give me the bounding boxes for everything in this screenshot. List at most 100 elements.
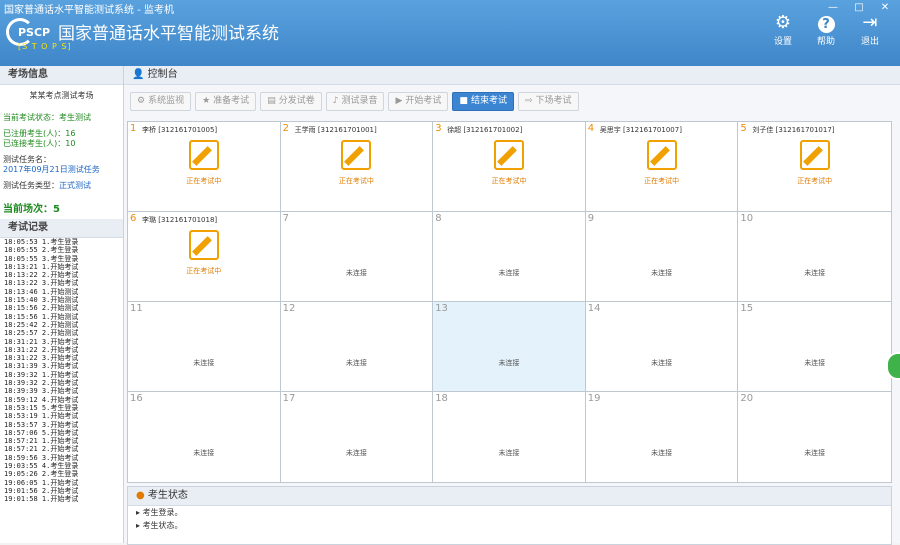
candidate-name: 吴思宇 [312161701007] [599,126,682,134]
seat-number: 17 [282,393,296,404]
pencil-icon [344,146,365,166]
log-entry: 18:53:15 5.考生登录 [4,403,79,412]
seat-cell[interactable]: 6 李璐 [312161701018] 正在考试中 [128,212,281,302]
seat-cell[interactable]: 8 未连接 [433,212,586,302]
seat-number: 10 [740,213,754,224]
exam-log-header: 考试记录 [0,219,123,238]
edit-icon [188,230,219,260]
seat-number: 2 [282,123,289,134]
toolbar-button[interactable]: ▤ 分发试卷 [260,92,322,111]
log-entry: 19:01:58 1.开始考试 [4,495,79,504]
exit-button[interactable]: ⇥ 退出 [852,12,888,47]
pencil-icon [649,146,670,166]
pencil-icon [191,236,212,256]
control-panel-header: 👤 控制台 [124,66,900,85]
seat-status: 未连接 [804,269,826,277]
seat-number: 11 [130,303,143,314]
seat-status: 正在考试中 [491,177,527,185]
seat-status: 未连接 [804,449,826,457]
seat-cell[interactable]: 5 刘子佳 [312161701017] 正在考试中 [738,122,891,212]
seat-number: 1 [130,123,137,134]
feedback-item[interactable]: ▸ 考生登录。 [128,506,891,519]
registered-count: 已注册考生(人)：16 [3,129,76,138]
help-glyph: ? [817,16,835,33]
seat-status: 未连接 [498,269,520,277]
toolbar-button[interactable]: ⚙ 系统监视 [130,92,192,111]
connected-count: 已连接考生(人)：10 [3,139,76,148]
seat-status: 正在考试中 [644,177,680,185]
toolbar-button-label: 系统监视 [148,96,185,106]
seat-cell[interactable]: 14 未连接 [585,302,739,392]
toolbar-button[interactable]: ★ 准备考试 [195,92,257,111]
seat-status: 正在考试中 [186,267,222,275]
seat-status: 正在考试中 [797,177,833,185]
seat-cell[interactable]: 20 未连接 [738,392,891,482]
settings-button[interactable]: ⚙ 设置 [765,12,801,47]
toolbar-button-label: 开始考试 [405,96,442,106]
seat-cell[interactable]: 3 徐超 [312161701002] 正在考试中 [433,122,586,212]
toolbar-button[interactable]: ♪ 测试录音 [325,92,385,111]
seat-number: 7 [282,213,289,224]
stop-icon: ■ [459,96,468,106]
help-button[interactable]: ? 帮助 [808,12,844,47]
seat-cell[interactable]: 17 未连接 [281,392,434,482]
seat-grid: 1 李桥 [312161701005] 正在考试中 2 王学雨 [31216170100… [127,121,892,483]
seat-cell[interactable]: 7 未连接 [280,212,434,302]
toolbar-button[interactable]: ⇨ 下场考试 [517,92,579,111]
play-icon: ▶ [395,96,403,106]
log-entry: 19:01:56 2.开始考试 [4,486,79,495]
log-entry: 18:57:06 5.开始考试 [4,428,79,437]
gear-icon: ⚙ [137,96,146,106]
toolbar-button[interactable]: ▶ 开始考试 [388,92,449,111]
candidate-name: 徐超 [312161701002] [447,126,523,134]
microphone-icon: ♪ [332,96,339,106]
seat-cell[interactable]: 2 王学雨 [312161701001] 正在考试中 [280,122,434,212]
exam-log-list[interactable]: 18:05:53 1.考生登录 18:05:55 2.考生登录 18:05:55 3… [0,238,123,504]
exam-info-header: 考场信息 [0,66,123,85]
seat-cell[interactable]: 1 李桥 [312161701005] 正在考试中 [128,122,281,212]
log-entry: 18:31:22 2.开始考试 [4,345,79,354]
exit-label: 退出 [860,37,879,47]
help-label: 帮助 [816,37,835,47]
exit-icon: ⇥ [862,12,878,33]
candidate-name: 刘子佳 [312161701017] [752,126,835,134]
edit-icon [188,140,219,170]
task-name-value: 2017年09月21日测试任务 [3,165,100,174]
gear-icon: ⚙ [774,12,792,33]
seat-cell[interactable]: 9 未连接 [585,212,739,302]
seat-cell[interactable]: 15 未连接 [738,302,891,392]
log-entry: 18:53:19 1.开始考试 [4,412,79,421]
log-entry: 18:05:55 3.考生登录 [4,254,79,263]
star-icon: ★ [202,96,211,106]
feedback-item[interactable]: ▸ 考生状态。 [128,519,891,532]
log-entry: 18:15:56 2.开始测试 [4,304,79,313]
toolbar: ⚙ 系统监视 ★ 准备考试 ▤ 分发试卷 ♪ 测试录音 ▶ 开始考试 ■ 结束考试 ⇨ 下场考试 [130,92,579,111]
seat-cell[interactable]: 18 未连接 [433,392,586,482]
seat-number: 4 [587,123,595,134]
floating-assist-button[interactable] [886,352,900,380]
edit-icon [341,140,372,170]
seat-status: 正在考试中 [186,177,222,185]
toolbar-button[interactable]: ■ 结束考试 [452,92,514,111]
exam-status: 当前考试状态：考生测试 [3,113,91,122]
seat-number: 8 [435,213,442,224]
seat-number: 20 [740,393,754,404]
seat-cell[interactable]: 13 未连接 [433,302,586,392]
seat-cell[interactable]: 10 未连接 [738,212,891,302]
next-icon: ⇨ [524,96,533,106]
seat-status: 未连接 [498,449,520,457]
settings-label: 设置 [773,37,792,47]
feedback-panel: ● 考生状态 ▸ 考生登录。 ▸ 考生状态。 [127,486,892,545]
app-subtitle: [S T O P S] [18,42,72,51]
seat-cell[interactable]: 4 吴思宇 [312161701007] 正在考试中 [585,122,739,212]
seat-number: 12 [282,303,296,314]
toolbar-button-label: 准备考试 [213,96,250,106]
seat-cell[interactable]: 16 未连接 [128,392,281,482]
seat-number: 6 [130,213,137,224]
seat-cell[interactable]: 11 未连接 [128,302,281,392]
seat-cell[interactable]: 19 未连接 [586,392,739,482]
seat-cell[interactable]: 12 未连接 [280,302,434,392]
log-entry: 18:05:55 2.考生登录 [4,246,79,255]
edit-icon [799,140,830,170]
user-icon: 👤 [132,69,145,80]
